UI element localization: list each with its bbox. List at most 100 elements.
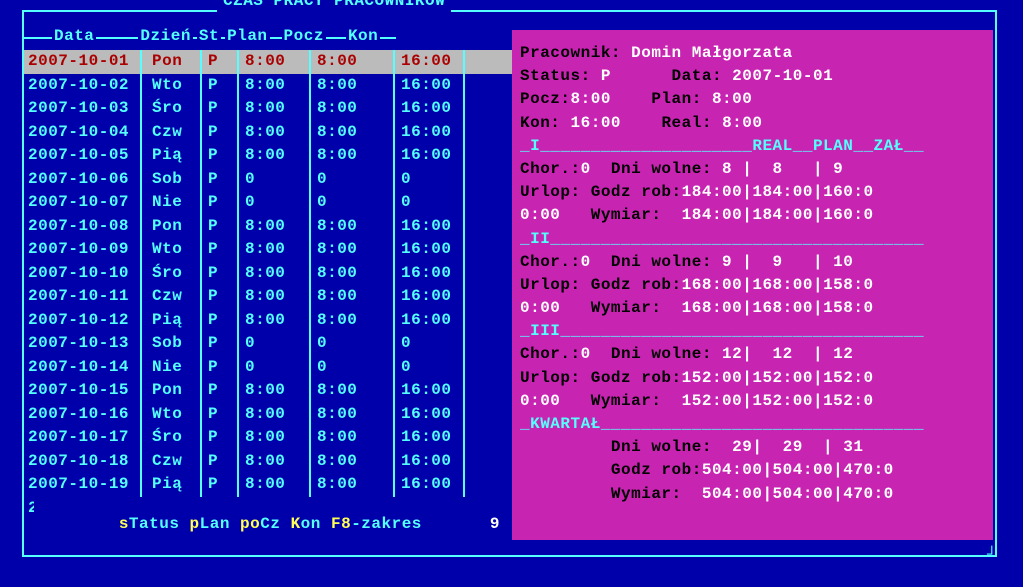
cell-day: Pią bbox=[148, 309, 200, 333]
timesheet-table: Data Dzień St Plan Pocz Kon 2007-10-01Po… bbox=[24, 30, 512, 540]
plan-label: Plan: bbox=[651, 90, 702, 108]
cell-st: P bbox=[208, 168, 237, 192]
table-row[interactable]: 2007-10-16WtoP8:008:0016:00 bbox=[24, 403, 512, 427]
cell-plan: 8:00 bbox=[245, 426, 309, 450]
table-row[interactable]: 2007-10-11CzwP8:008:0016:00 bbox=[24, 285, 512, 309]
cell-plan: 0 bbox=[245, 356, 309, 380]
kwartal-header: _KWARTAŁ________________________________ bbox=[520, 413, 985, 436]
header-pocz: Pocz bbox=[282, 27, 326, 45]
cell-st: P bbox=[208, 191, 237, 215]
cell-kon: 0 bbox=[401, 191, 463, 215]
s3-urlop-label: Urlop: bbox=[520, 369, 581, 387]
cell-st: P bbox=[208, 238, 237, 262]
cell-date: 2007-10-14 bbox=[28, 356, 140, 380]
cell-day: Wto bbox=[148, 238, 200, 262]
data-value: 2007-10-01 bbox=[732, 67, 833, 85]
cell-pocz: 8:00 bbox=[317, 426, 393, 450]
cell-day: Śro bbox=[148, 97, 200, 121]
s1-000: 0:00 bbox=[520, 206, 560, 224]
cell-plan: 0 bbox=[245, 168, 309, 192]
kw-dni-label: Dni wolne: bbox=[611, 438, 712, 456]
table-row[interactable]: 2007-10-19PiąP8:008:0016:00 bbox=[24, 473, 512, 497]
cell-st: P bbox=[208, 215, 237, 239]
cell-plan: 8:00 bbox=[245, 215, 309, 239]
cell-plan: 0 bbox=[245, 332, 309, 356]
cell-day: Czw bbox=[148, 285, 200, 309]
s3-wymiar: 152:00|152:00|152:0 bbox=[682, 392, 874, 410]
table-row[interactable]: 2007-10-18CzwP8:008:0016:00 bbox=[24, 450, 512, 474]
table-row[interactable]: 2007-10-17ŚroP8:008:0016:00 bbox=[24, 426, 512, 450]
table-row[interactable]: 2007-10-09WtoP8:008:0016:00 bbox=[24, 238, 512, 262]
cell-day: Nie bbox=[148, 191, 200, 215]
cell-pocz: 8:00 bbox=[317, 473, 393, 497]
pocz-value: 8:00 bbox=[571, 90, 611, 108]
cell-plan: 8:00 bbox=[245, 121, 309, 145]
table-row[interactable]: 2007-10-15PonP8:008:0016:00 bbox=[24, 379, 512, 403]
cell-pocz: 8:00 bbox=[317, 97, 393, 121]
cell-kon: 16:00 bbox=[401, 285, 463, 309]
cell-day: Sob bbox=[148, 332, 200, 356]
header-data: Data bbox=[52, 27, 96, 45]
cell-plan: 8:00 bbox=[245, 238, 309, 262]
table-row[interactable]: 2007-10-13SobP000 bbox=[24, 332, 512, 356]
s2-urlop-label: Urlop: bbox=[520, 276, 581, 294]
cell-st: P bbox=[208, 262, 237, 286]
cell-plan: 8:00 bbox=[245, 74, 309, 98]
kon-label: Kon: bbox=[520, 114, 560, 132]
cell-date: 2007-10-18 bbox=[28, 450, 140, 474]
cell-day: Pon bbox=[148, 50, 200, 74]
table-row[interactable]: 2007-10-10ŚroP8:008:0016:00 bbox=[24, 262, 512, 286]
table-header: Data Dzień St Plan Pocz Kon bbox=[24, 30, 512, 46]
table-row[interactable]: 2007-10-04CzwP8:008:0016:00 bbox=[24, 121, 512, 145]
table-row[interactable]: 2007-10-08PonP8:008:0016:00 bbox=[24, 215, 512, 239]
s2-wymiar: 168:00|168:00|158:0 bbox=[682, 299, 874, 317]
cell-date: 2007-10-09 bbox=[28, 238, 140, 262]
s1-wymiar-label: Wymiar: bbox=[591, 206, 662, 224]
s1-dni-label: Dni wolne: bbox=[611, 160, 712, 178]
cell-kon: 0 bbox=[401, 168, 463, 192]
cell-kon: 0 bbox=[401, 356, 463, 380]
s1-godz-label: Godz rob: bbox=[591, 183, 682, 201]
table-row[interactable]: 2007-10-12PiąP8:008:0016:00 bbox=[24, 309, 512, 333]
cell-date: 2007-10-12 bbox=[28, 309, 140, 333]
table-row[interactable]: 2007-10-02WtoP8:008:0016:00 bbox=[24, 74, 512, 98]
s2-chor-label: Chor.: bbox=[520, 253, 581, 271]
cell-day: Czw bbox=[148, 121, 200, 145]
cell-plan: 8:00 bbox=[245, 262, 309, 286]
cell-plan: 8:00 bbox=[245, 309, 309, 333]
cell-day: Nie bbox=[148, 356, 200, 380]
footer-hints: sTatus pLan poCz Kon F8-zakres9 bbox=[34, 497, 504, 551]
cell-day: Pon bbox=[148, 215, 200, 239]
table-row[interactable]: 2007-10-14NieP000 bbox=[24, 356, 512, 380]
s3-godz: 152:00|152:00|152:0 bbox=[682, 369, 874, 387]
header-dzien: Dzień bbox=[138, 27, 193, 45]
cell-pocz: 8:00 bbox=[317, 262, 393, 286]
cell-pocz: 8:00 bbox=[317, 74, 393, 98]
table-row[interactable]: 2007-10-01PonP8:008:0016:00 bbox=[24, 50, 512, 74]
cell-pocz: 0 bbox=[317, 356, 393, 380]
s2-godz: 168:00|168:00|158:0 bbox=[682, 276, 874, 294]
cell-kon: 16:00 bbox=[401, 50, 463, 74]
cell-day: Pią bbox=[148, 144, 200, 168]
cell-pocz: 8:00 bbox=[317, 403, 393, 427]
plan-value: 8:00 bbox=[712, 90, 752, 108]
cell-plan: 0 bbox=[245, 191, 309, 215]
s2-wymiar-label: Wymiar: bbox=[591, 299, 662, 317]
table-row[interactable]: 2007-10-05PiąP8:008:0016:00 bbox=[24, 144, 512, 168]
cell-st: P bbox=[208, 403, 237, 427]
cell-date: 2007-10-06 bbox=[28, 168, 140, 192]
cell-day: Czw bbox=[148, 450, 200, 474]
table-row[interactable]: 2007-10-06SobP000 bbox=[24, 168, 512, 192]
table-row[interactable]: 2007-10-03ŚroP8:008:0016:00 bbox=[24, 97, 512, 121]
cell-plan: 8:00 bbox=[245, 50, 309, 74]
cell-pocz: 8:00 bbox=[317, 215, 393, 239]
cell-day: Wto bbox=[148, 74, 200, 98]
s3-000: 0:00 bbox=[520, 392, 560, 410]
cell-date: 2007-10-03 bbox=[28, 97, 140, 121]
cell-pocz: 8:00 bbox=[317, 238, 393, 262]
header-plan: Plan bbox=[225, 27, 269, 45]
cell-date: 2007-10-17 bbox=[28, 426, 140, 450]
header-kon: Kon bbox=[346, 27, 380, 45]
table-row[interactable]: 2007-10-07NieP000 bbox=[24, 191, 512, 215]
cell-pocz: 8:00 bbox=[317, 144, 393, 168]
